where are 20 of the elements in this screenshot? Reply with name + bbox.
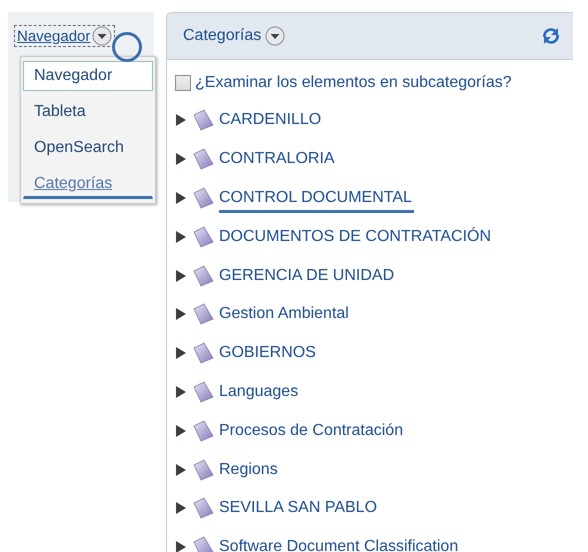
menu-item[interactable]: Categorías [23, 169, 153, 199]
category-link[interactable]: CONTROL DOCUMENTAL [219, 188, 414, 213]
view-switcher[interactable]: Navegador [14, 25, 116, 47]
panel-title: Categorías [183, 27, 262, 45]
category-link[interactable]: SEVILLA SAN PABLO [219, 499, 378, 518]
category-link[interactable]: Software Document Classification [219, 538, 458, 552]
category-link[interactable]: GERENCIA DE UNIDAD [219, 266, 394, 285]
checkbox-label: ¿Examinar los elementos en subcategorías? [195, 74, 512, 92]
category-link[interactable]: Gestion Ambiental [219, 305, 349, 324]
category-link[interactable]: CARDENILLO [219, 111, 322, 130]
menu-item[interactable]: OpenSearch [23, 133, 153, 163]
category-link[interactable]: Procesos de Contratación [219, 422, 404, 440]
category-link[interactable]: GOBIERNOS [219, 344, 316, 362]
menu-item[interactable]: Navegador [23, 61, 153, 91]
category-link[interactable]: Languages [219, 382, 298, 401]
menu-item[interactable]: Tableta [23, 97, 153, 127]
category-link[interactable]: CONTRALORIA [219, 150, 335, 168]
category-link[interactable]: Regions [219, 460, 278, 479]
view-label: Navegador [17, 28, 90, 44]
category-link[interactable]: DOCUMENTOS DE CONTRATACIÓN [219, 228, 492, 246]
